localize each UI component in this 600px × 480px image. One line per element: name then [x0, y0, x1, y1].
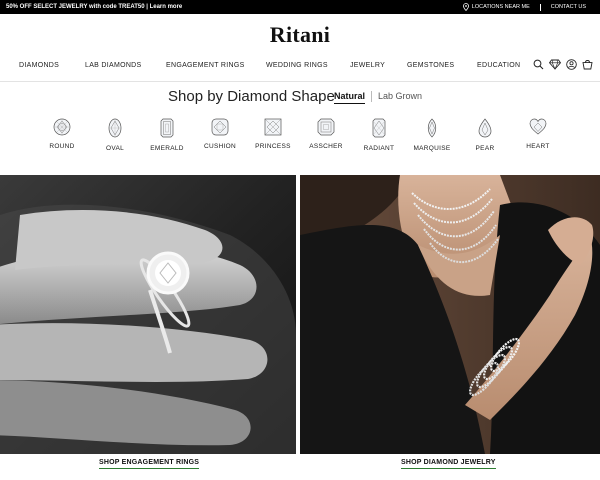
- nav-item-diamonds[interactable]: DIAMONDS: [19, 62, 59, 69]
- shape-round[interactable]: ROUND: [34, 118, 90, 150]
- shape-label: EMERALD: [150, 145, 184, 152]
- location-pin-icon: [462, 3, 469, 11]
- nav-icons: [533, 59, 593, 70]
- cushion-diamond-icon: [211, 118, 229, 136]
- shop-engagement-rings-link[interactable]: SHOP ENGAGEMENT RINGS: [99, 459, 200, 469]
- account-icon[interactable]: [566, 59, 577, 70]
- search-icon[interactable]: [533, 59, 544, 70]
- shape-princess[interactable]: PRINCESS: [245, 118, 301, 150]
- shape-cushion[interactable]: CUSHION: [192, 118, 248, 150]
- shape-label: PEAR: [475, 145, 495, 152]
- pear-diamond-icon: [478, 118, 492, 138]
- heart-diamond-icon: [529, 118, 547, 135]
- nav-item-gemstones[interactable]: GEMSTONES: [407, 62, 454, 69]
- tab-lab-grown[interactable]: Lab Grown: [378, 91, 422, 101]
- asscher-diamond-icon: [317, 118, 335, 136]
- radiant-diamond-icon: [372, 118, 386, 138]
- promo-links: LOCATIONS NEAR ME CONTACT US: [462, 3, 586, 11]
- shape-radiant[interactable]: RADIANT: [351, 118, 407, 152]
- emerald-diamond-icon: [160, 118, 174, 138]
- nav-item-engagement-rings[interactable]: ENGAGEMENT RINGS: [166, 62, 245, 69]
- nav-item-education[interactable]: EDUCATION: [477, 62, 520, 69]
- diamond-jewelry-photo[interactable]: [300, 175, 600, 454]
- cart-icon[interactable]: [582, 59, 593, 70]
- promo-bar: 50% OFF SELECT JEWELRY with code TREAT50…: [0, 0, 600, 14]
- shape-label: ROUND: [49, 143, 75, 150]
- shape-asscher[interactable]: ASSCHER: [298, 118, 354, 150]
- locations-link[interactable]: LOCATIONS NEAR ME: [462, 3, 530, 11]
- diamond-necklaces-bracelets-image: [300, 175, 600, 454]
- promo-divider: [539, 3, 541, 11]
- princess-diamond-icon: [264, 118, 282, 136]
- shape-label: RADIANT: [363, 145, 395, 152]
- oval-diamond-icon: [108, 118, 122, 138]
- section-title: Shop by Diamond Shape: [168, 88, 335, 105]
- shape-label: ASSCHER: [309, 143, 343, 150]
- nav-item-wedding-rings[interactable]: WEDDING RINGS: [266, 62, 328, 69]
- engagement-ring-photo[interactable]: [0, 175, 296, 454]
- shape-emerald[interactable]: EMERALD: [139, 118, 195, 152]
- tab-natural[interactable]: Natural: [334, 91, 366, 104]
- locations-label: LOCATIONS NEAR ME: [471, 4, 530, 10]
- diamond-icon[interactable]: [549, 59, 561, 70]
- shop-diamond-jewelry-link[interactable]: SHOP DIAMOND JEWELRY: [401, 459, 496, 469]
- shape-list: ROUND OVAL EMERALD CUSHION PRINCESS ASSC…: [0, 118, 600, 162]
- shape-oval[interactable]: OVAL: [87, 118, 143, 152]
- main-nav: DIAMONDS LAB DIAMONDS ENGAGEMENT RINGS W…: [0, 59, 600, 78]
- header-divider: [0, 81, 600, 82]
- contact-link[interactable]: CONTACT US: [551, 4, 586, 10]
- shape-marquise[interactable]: MARQUISE: [404, 118, 460, 152]
- shape-heart[interactable]: HEART: [510, 118, 566, 150]
- promo-message[interactable]: 50% OFF SELECT JEWELRY with code TREAT50…: [6, 4, 182, 10]
- nav-item-jewelry[interactable]: JEWELRY: [350, 62, 385, 69]
- shape-label: PRINCESS: [255, 143, 291, 150]
- shape-label: MARQUISE: [413, 145, 451, 152]
- engagement-ring-hand-image: [0, 175, 296, 454]
- shape-label: OVAL: [105, 145, 125, 152]
- tab-divider: [371, 91, 372, 102]
- round-diamond-icon: [53, 118, 71, 136]
- shape-label: CUSHION: [203, 143, 237, 150]
- shape-section-header: Shop by Diamond Shape Natural Lab Grown: [0, 86, 600, 108]
- shape-pear[interactable]: PEAR: [457, 118, 513, 152]
- shape-label: HEART: [526, 143, 550, 150]
- nav-item-lab-diamonds[interactable]: LAB DIAMONDS: [85, 62, 142, 69]
- site-logo[interactable]: Ritani: [0, 22, 600, 48]
- marquise-diamond-icon: [427, 118, 437, 138]
